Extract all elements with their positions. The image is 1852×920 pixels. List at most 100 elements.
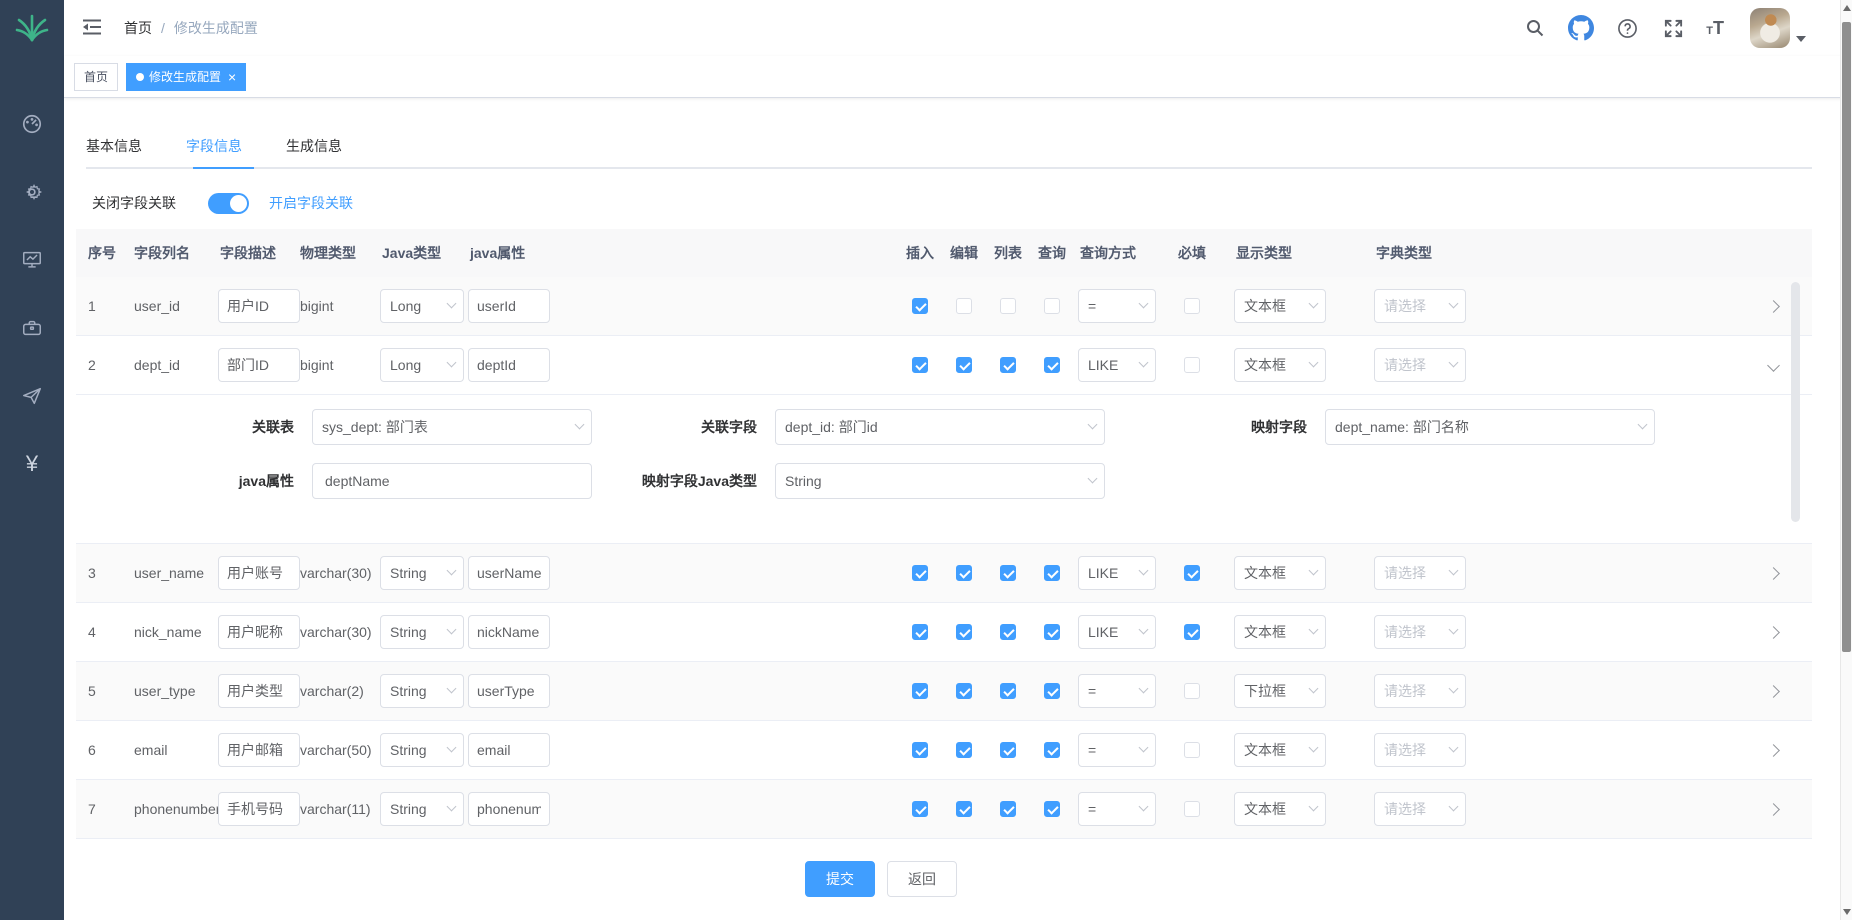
dict-type-select[interactable]: 请选择 xyxy=(1374,792,1466,826)
map-field-select[interactable]: dept_name: 部门名称 xyxy=(1325,409,1655,445)
edit-checkbox[interactable] xyxy=(956,298,972,314)
insert-checkbox[interactable] xyxy=(912,357,928,373)
java-field-input[interactable] xyxy=(468,733,550,767)
row-expand-toggle[interactable] xyxy=(1769,565,1812,581)
query-type-select[interactable]: = xyxy=(1078,792,1156,826)
dict-type-select[interactable]: 请选择 xyxy=(1374,733,1466,767)
column-desc-input[interactable] xyxy=(218,792,300,826)
required-checkbox[interactable] xyxy=(1184,801,1200,817)
tag-close-icon[interactable]: × xyxy=(228,70,236,84)
user-menu[interactable] xyxy=(1750,8,1806,48)
query-checkbox[interactable] xyxy=(1044,357,1060,373)
query-type-select[interactable]: = xyxy=(1078,289,1156,323)
java-field-input[interactable] xyxy=(468,556,550,590)
java-field-input[interactable] xyxy=(468,674,550,708)
scroll-up-icon[interactable] xyxy=(1843,5,1851,11)
query-type-select[interactable]: LIKE xyxy=(1078,348,1156,382)
column-desc-input[interactable] xyxy=(218,348,300,382)
required-checkbox[interactable] xyxy=(1184,565,1200,581)
font-size-icon[interactable]: TT xyxy=(1706,18,1724,39)
list-checkbox[interactable] xyxy=(1000,357,1016,373)
insert-checkbox[interactable] xyxy=(912,742,928,758)
edit-checkbox[interactable] xyxy=(956,742,972,758)
edit-checkbox[interactable] xyxy=(956,565,972,581)
list-checkbox[interactable] xyxy=(1000,624,1016,640)
list-checkbox[interactable] xyxy=(1000,683,1016,699)
edit-checkbox[interactable] xyxy=(956,624,972,640)
edit-checkbox[interactable] xyxy=(956,683,972,699)
html-type-select[interactable]: 文本框 xyxy=(1234,348,1326,382)
java-type-select[interactable]: String xyxy=(380,615,464,649)
query-type-select[interactable]: LIKE xyxy=(1078,615,1156,649)
column-desc-input[interactable] xyxy=(218,674,300,708)
required-checkbox[interactable] xyxy=(1184,298,1200,314)
list-checkbox[interactable] xyxy=(1000,801,1016,817)
list-checkbox[interactable] xyxy=(1000,298,1016,314)
dict-type-select[interactable]: 请选择 xyxy=(1374,289,1466,323)
query-checkbox[interactable] xyxy=(1044,298,1060,314)
sidebar-item-dashboard[interactable] xyxy=(0,90,64,158)
app-logo[interactable] xyxy=(0,0,64,56)
query-checkbox[interactable] xyxy=(1044,683,1060,699)
sidebar-item-send[interactable] xyxy=(0,362,64,430)
java-field-input[interactable] xyxy=(468,289,550,323)
relation-switch[interactable] xyxy=(208,193,249,214)
column-desc-input[interactable] xyxy=(218,289,300,323)
table-scrollbar-thumb[interactable] xyxy=(1791,282,1800,522)
insert-checkbox[interactable] xyxy=(912,624,928,640)
dict-type-select[interactable]: 请选择 xyxy=(1374,556,1466,590)
java-field-input[interactable] xyxy=(468,348,550,382)
help-icon[interactable] xyxy=(1614,15,1640,41)
insert-checkbox[interactable] xyxy=(912,683,928,699)
sidebar-item-system[interactable] xyxy=(0,158,64,226)
breadcrumb-home[interactable]: 首页 xyxy=(124,18,152,38)
java-type-select[interactable]: String xyxy=(380,674,464,708)
sidebar-item-pay[interactable]: ¥ xyxy=(0,430,64,498)
java-type-select[interactable]: String xyxy=(380,733,464,767)
java-type-select[interactable]: Long xyxy=(380,348,464,382)
row-expand-toggle[interactable] xyxy=(1769,683,1812,699)
java-type-select[interactable]: Long xyxy=(380,289,464,323)
tab-basic-info[interactable]: 基本信息 xyxy=(86,125,164,167)
row-expand-toggle[interactable] xyxy=(1769,742,1812,758)
java-field-input[interactable] xyxy=(468,615,550,649)
fullscreen-icon[interactable] xyxy=(1660,15,1686,41)
query-type-select[interactable]: = xyxy=(1078,674,1156,708)
github-icon[interactable] xyxy=(1568,15,1594,41)
sidebar-item-monitor[interactable] xyxy=(0,226,64,294)
column-desc-input[interactable] xyxy=(218,615,300,649)
sidebar-fold-icon[interactable] xyxy=(74,10,110,47)
list-checkbox[interactable] xyxy=(1000,742,1016,758)
avatar[interactable] xyxy=(1750,8,1790,48)
html-type-select[interactable]: 文本框 xyxy=(1234,733,1326,767)
tab-gen-info[interactable]: 生成信息 xyxy=(264,125,364,167)
java-attr-input[interactable] xyxy=(312,463,592,499)
search-icon[interactable] xyxy=(1522,15,1548,41)
column-desc-input[interactable] xyxy=(218,556,300,590)
toggle-on-label[interactable]: 开启字段关联 xyxy=(269,193,353,213)
rel-field-select[interactable]: dept_id: 部门id xyxy=(775,409,1105,445)
java-type-select[interactable]: String xyxy=(380,556,464,590)
dict-type-select[interactable]: 请选择 xyxy=(1374,348,1466,382)
sidebar-item-tool[interactable] xyxy=(0,294,64,362)
edit-checkbox[interactable] xyxy=(956,801,972,817)
page-scrollbar-thumb[interactable] xyxy=(1842,22,1851,652)
scroll-down-icon[interactable] xyxy=(1843,909,1851,915)
html-type-select[interactable]: 文本框 xyxy=(1234,556,1326,590)
java-field-input[interactable] xyxy=(468,792,550,826)
insert-checkbox[interactable] xyxy=(912,565,928,581)
required-checkbox[interactable] xyxy=(1184,624,1200,640)
query-checkbox[interactable] xyxy=(1044,565,1060,581)
html-type-select[interactable]: 文本框 xyxy=(1234,792,1326,826)
back-button[interactable]: 返回 xyxy=(887,861,957,897)
required-checkbox[interactable] xyxy=(1184,742,1200,758)
edit-checkbox[interactable] xyxy=(956,357,972,373)
dict-type-select[interactable]: 请选择 xyxy=(1374,615,1466,649)
dict-type-select[interactable]: 请选择 xyxy=(1374,674,1466,708)
required-checkbox[interactable] xyxy=(1184,683,1200,699)
page-scrollbar[interactable] xyxy=(1840,0,1852,920)
tab-field-info[interactable]: 字段信息 xyxy=(164,125,264,167)
tag-home[interactable]: 首页 xyxy=(74,63,118,91)
rel-table-select[interactable]: sys_dept: 部门表 xyxy=(312,409,592,445)
tag-current[interactable]: 修改生成配置 × xyxy=(126,63,246,91)
